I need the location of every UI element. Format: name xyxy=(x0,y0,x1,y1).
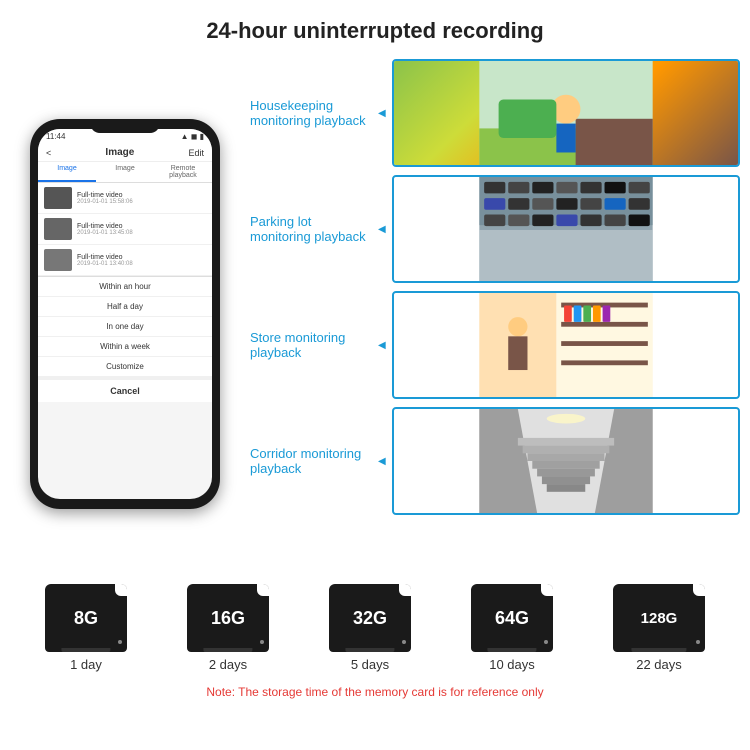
monitoring-parking: Parking lot monitoring playback xyxy=(250,175,740,283)
tab-image[interactable]: Image xyxy=(38,162,96,182)
cancel-button[interactable]: Cancel xyxy=(38,377,212,402)
store-image xyxy=(392,291,740,399)
dropdown-item-oneday[interactable]: In one day xyxy=(38,317,212,337)
dropdown-item-hour[interactable]: Within an hour xyxy=(38,277,212,297)
monitoring-housekeeping: Housekeeping monitoring playback xyxy=(250,59,740,167)
phone-edit-btn[interactable]: Edit xyxy=(188,148,204,158)
dropdown-menu: Within an hour Half a day In one day Wit… xyxy=(38,276,212,402)
arrow-housekeeping xyxy=(378,108,384,119)
phone-mockup: 11:44 ▲ ◼ ▮ < Image Edit Image Image Rem… xyxy=(10,54,240,574)
page-title: 24-hour uninterrupted recording xyxy=(0,0,750,54)
storage-card-128g: 128G 22 days xyxy=(613,584,705,672)
storage-card-64g: 64G 10 days xyxy=(471,584,553,672)
phone-icons: ▲ ◼ ▮ xyxy=(181,132,204,141)
storage-note: Note: The storage time of the memory car… xyxy=(15,680,735,699)
phone-nav-title: Image xyxy=(105,147,134,158)
arrow-corridor xyxy=(378,456,384,467)
list-item: Full-time video 2019-01-01 13:40:08 xyxy=(38,245,212,276)
storage-cards-row: 8G 1 day 16G 2 days 32G 5 days xyxy=(15,584,735,672)
tab-image2[interactable]: Image xyxy=(96,162,154,182)
arrow-parking xyxy=(378,224,384,235)
dropdown-item-halfday[interactable]: Half a day xyxy=(38,297,212,317)
phone-time: 11:44 xyxy=(46,132,65,141)
monitoring-corridor: Corridor monitoring playback xyxy=(250,407,740,515)
arrow-store xyxy=(378,340,384,351)
dropdown-item-week[interactable]: Within a week xyxy=(38,337,212,357)
storage-section: 8G 1 day 16G 2 days 32G 5 days xyxy=(0,574,750,704)
parking-image xyxy=(392,175,740,283)
corridor-image xyxy=(392,407,740,515)
phone-back-btn[interactable]: < xyxy=(46,148,51,158)
list-item: Full-time video 2019-01-01 13:45:08 xyxy=(38,214,212,245)
monitoring-store: Store monitoring playback xyxy=(250,291,740,399)
storage-card-8g: 8G 1 day xyxy=(45,584,127,672)
tab-remote-playback[interactable]: Remote playback xyxy=(154,162,212,182)
list-item: Full-time video 2019-01-01 15:58:06 xyxy=(38,183,212,214)
storage-card-32g: 32G 5 days xyxy=(329,584,411,672)
dropdown-item-customize[interactable]: Customize xyxy=(38,357,212,377)
monitoring-section: Housekeeping monitoring playback xyxy=(250,54,740,574)
housekeeping-image xyxy=(392,59,740,167)
storage-card-16g: 16G 2 days xyxy=(187,584,269,672)
